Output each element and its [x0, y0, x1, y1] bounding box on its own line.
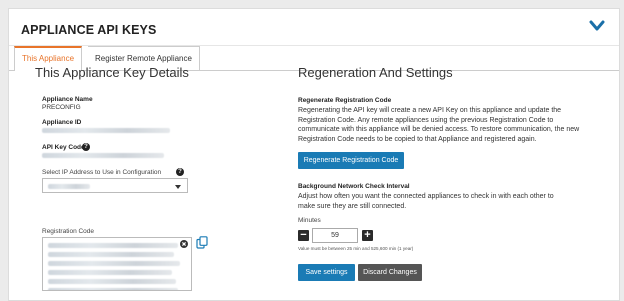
panel-header: APPLIANCE API KEYS [9, 9, 619, 46]
clear-icon[interactable] [180, 240, 188, 248]
save-settings-button[interactable]: Save settings [298, 264, 355, 281]
registration-code-line [48, 288, 178, 290]
panel-title: APPLIANCE API KEYS [21, 23, 157, 37]
details-heading: This Appliance Key Details [35, 65, 189, 80]
minutes-input[interactable]: 59 [312, 228, 358, 243]
increment-button[interactable]: + [362, 230, 373, 241]
regeneration-heading: Regeneration And Settings [298, 65, 453, 80]
network-check-label: Background Network Check Interval [298, 183, 410, 190]
appliance-name-value: PRECONFIG [42, 104, 81, 111]
discard-changes-button[interactable]: Discard Changes [358, 264, 422, 281]
appliance-id-value-blurred [42, 128, 170, 133]
ip-address-value-blurred [48, 184, 90, 189]
appliance-id-label: Appliance ID [42, 119, 82, 126]
registration-code-textarea[interactable] [42, 237, 192, 291]
decrement-button[interactable]: − [298, 230, 309, 241]
regenerate-description: Regenerating the API key will create a n… [298, 107, 580, 143]
regenerate-code-label: Regenerate Registration Code [298, 97, 392, 104]
appliance-name-label: Appliance Name [42, 96, 93, 103]
network-check-description: Adjust how often you want the connected … [298, 193, 554, 210]
api-key-code-label: API Key Code [42, 144, 85, 151]
minutes-validation-note: Value must be between 25 min and 525,600… [298, 246, 414, 251]
regenerate-registration-code-button[interactable]: Regenerate Registration Code [298, 152, 404, 169]
registration-code-line [48, 270, 172, 275]
help-icon[interactable]: ? [82, 143, 90, 151]
api-key-code-value-blurred [42, 153, 164, 158]
registration-code-line [48, 252, 174, 257]
registration-code-line [48, 261, 180, 266]
chevron-down-icon[interactable] [589, 19, 605, 33]
ip-select-label: Select IP Address to Use in Configuratio… [42, 169, 162, 176]
help-icon[interactable]: ? [176, 168, 184, 176]
copy-icon[interactable] [196, 236, 208, 249]
minutes-label: Minutes [298, 217, 321, 224]
registration-code-line [48, 279, 176, 284]
registration-code-label: Registration Code [42, 228, 95, 235]
ip-address-select[interactable] [42, 178, 188, 193]
registration-code-line [48, 243, 178, 248]
caret-down-icon [175, 185, 181, 189]
